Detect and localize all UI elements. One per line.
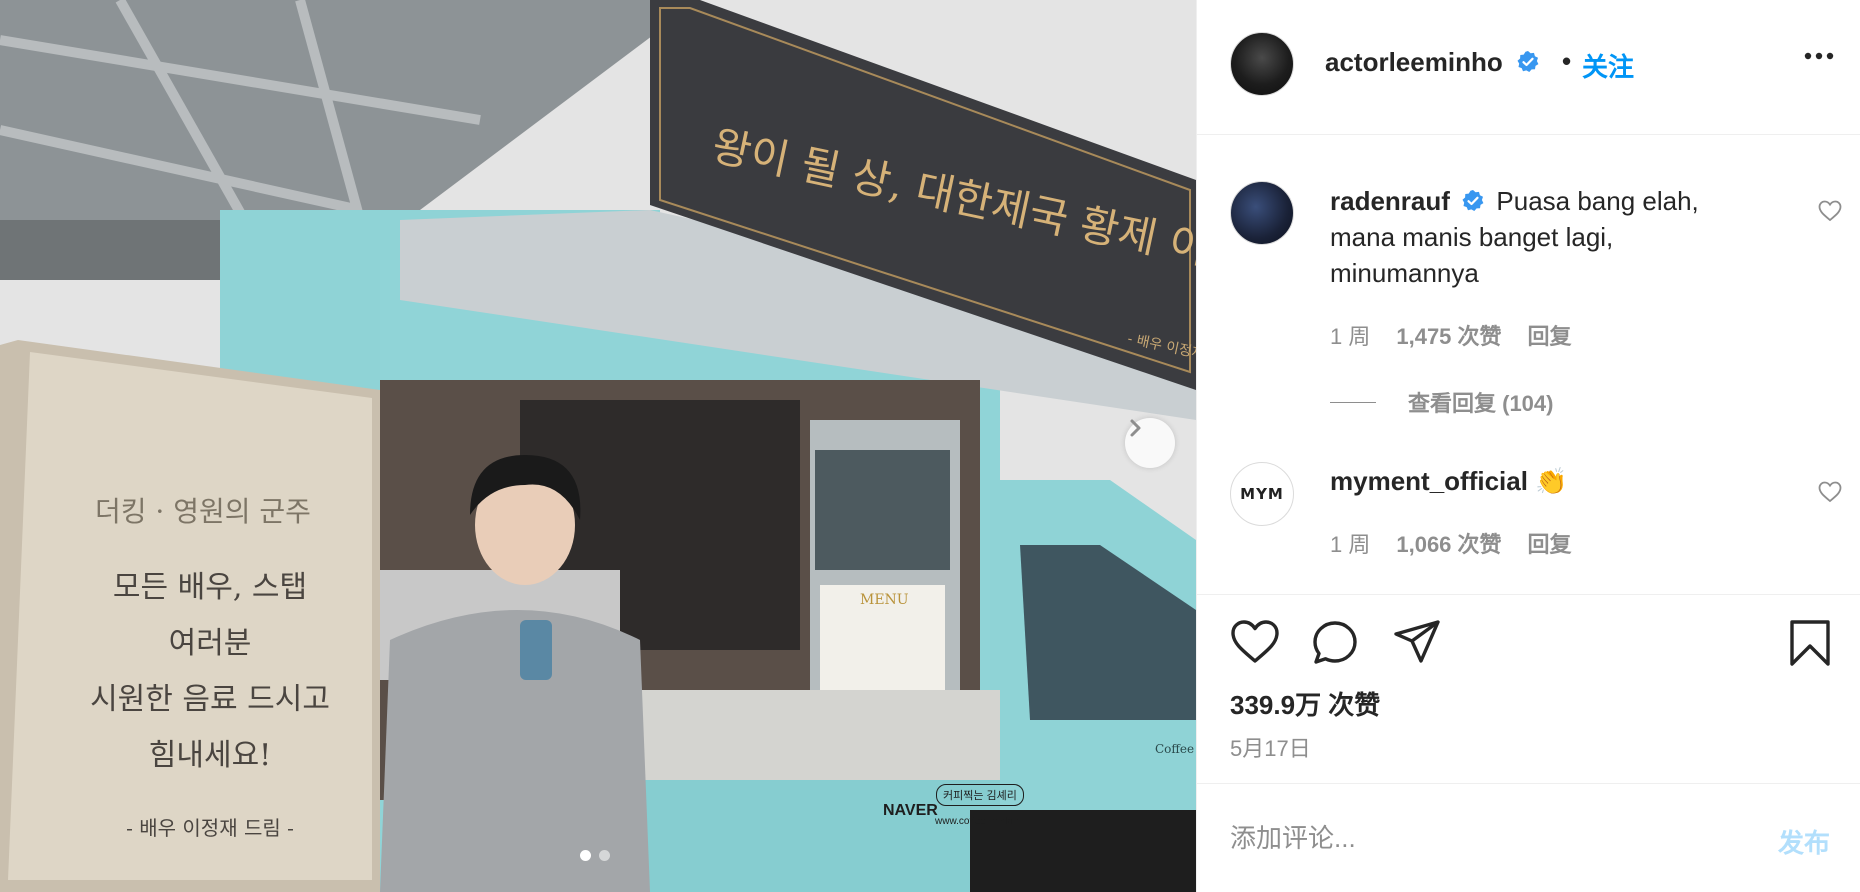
poster-line: 시원한 음료 드시고 <box>90 682 330 717</box>
share-icon[interactable] <box>1393 619 1441 665</box>
add-comment-bar: 发布 <box>1197 784 1860 892</box>
author-username-row[interactable]: actorleeminho <box>1325 47 1540 78</box>
comment-likes[interactable]: 1,066 次赞 <box>1396 527 1501 559</box>
poster-sign: - 배우 이정재 드림 - <box>126 816 294 840</box>
heart-icon[interactable] <box>1230 619 1280 665</box>
comment-time[interactable]: 1 周 <box>1330 527 1370 559</box>
comment-body: radenrauf Puasa bang elah, mana manis ba… <box>1330 183 1750 291</box>
truck-sticker: 커피찍는 김셰리 <box>936 784 1024 806</box>
comment-meta: 1 周 1,066 次赞 回复 <box>1330 527 1572 559</box>
post-photo[interactable]: 왕이 될 상, 대한제국 황제 이곤 만세 - 배우 이정재 드림 더킹 · 영… <box>0 0 1196 892</box>
comment-like-heart-icon[interactable] <box>1818 200 1842 222</box>
comment-body: myment_official 👏 <box>1330 463 1750 499</box>
truck-door-logo: Coffee <box>1155 742 1195 756</box>
comment-input[interactable] <box>1230 816 1750 860</box>
carousel-dot-active <box>580 850 591 861</box>
poster-line: 힘내세요! <box>148 738 272 773</box>
chevron-right-icon <box>1130 419 1141 437</box>
poster-line: 모든 배우, 스탭 <box>112 570 308 605</box>
post-actions: 339.9万 次赞 5月17日 <box>1197 594 1860 784</box>
reply-button[interactable]: 回复 <box>1528 527 1572 559</box>
mym-logo: MYM <box>1240 485 1284 503</box>
verified-badge-icon <box>1462 190 1484 212</box>
header-separator: • <box>1562 46 1572 76</box>
author-avatar[interactable] <box>1230 32 1294 96</box>
bookmark-icon[interactable] <box>1789 619 1831 667</box>
comment-icon[interactable] <box>1311 619 1359 667</box>
commenter-avatar[interactable] <box>1230 181 1294 245</box>
replies-divider-line <box>1330 401 1376 403</box>
post-sidebar: actorleeminho • 关注 radenrauf Puasa bang … <box>1196 0 1860 892</box>
post-date[interactable]: 5月17日 <box>1230 731 1311 763</box>
comment-meta: 1 周 1,475 次赞 回复 <box>1330 319 1572 351</box>
author-username[interactable]: actorleeminho <box>1325 47 1503 77</box>
comment-text: 👏 <box>1535 466 1568 496</box>
comment-like-heart-icon[interactable] <box>1818 481 1842 503</box>
reply-button[interactable]: 回复 <box>1528 319 1572 351</box>
carousel-dot <box>599 850 610 861</box>
carousel-indicator <box>580 850 610 861</box>
comment-likes[interactable]: 1,475 次赞 <box>1396 319 1501 351</box>
more-options-icon[interactable] <box>1804 52 1834 60</box>
commenter-avatar[interactable]: MYM <box>1230 462 1294 526</box>
truck-url: www.coffee_mnkim <box>935 816 1021 827</box>
comment-time[interactable]: 1 周 <box>1330 319 1370 351</box>
menu-board-title: MENU <box>860 592 909 608</box>
carousel-next-button[interactable] <box>1125 418 1175 468</box>
poster-line: 여러분 <box>168 626 252 661</box>
post-header: actorleeminho • 关注 <box>1197 0 1860 135</box>
post-comment-button[interactable]: 发布 <box>1778 823 1830 860</box>
view-replies-label[interactable]: 查看回复 (104) <box>1408 386 1553 418</box>
comment-username[interactable]: myment_official <box>1330 466 1528 496</box>
poster-logo: 더킹 · 영원의 군주 <box>95 495 311 528</box>
post-likes-count[interactable]: 339.9万 次赞 <box>1230 685 1380 722</box>
verified-badge-icon <box>1517 51 1539 73</box>
view-replies-button[interactable]: 查看回复 (104) <box>1330 386 1553 418</box>
comment-username[interactable]: radenrauf <box>1330 186 1450 216</box>
follow-button[interactable]: 关注 <box>1582 47 1634 84</box>
poster-message: 모든 배우, 스탭 여러분 시원한 음료 드시고 힘내세요! - 배우 이정재 … <box>60 560 360 856</box>
truck-brand: NAVER <box>883 802 938 819</box>
